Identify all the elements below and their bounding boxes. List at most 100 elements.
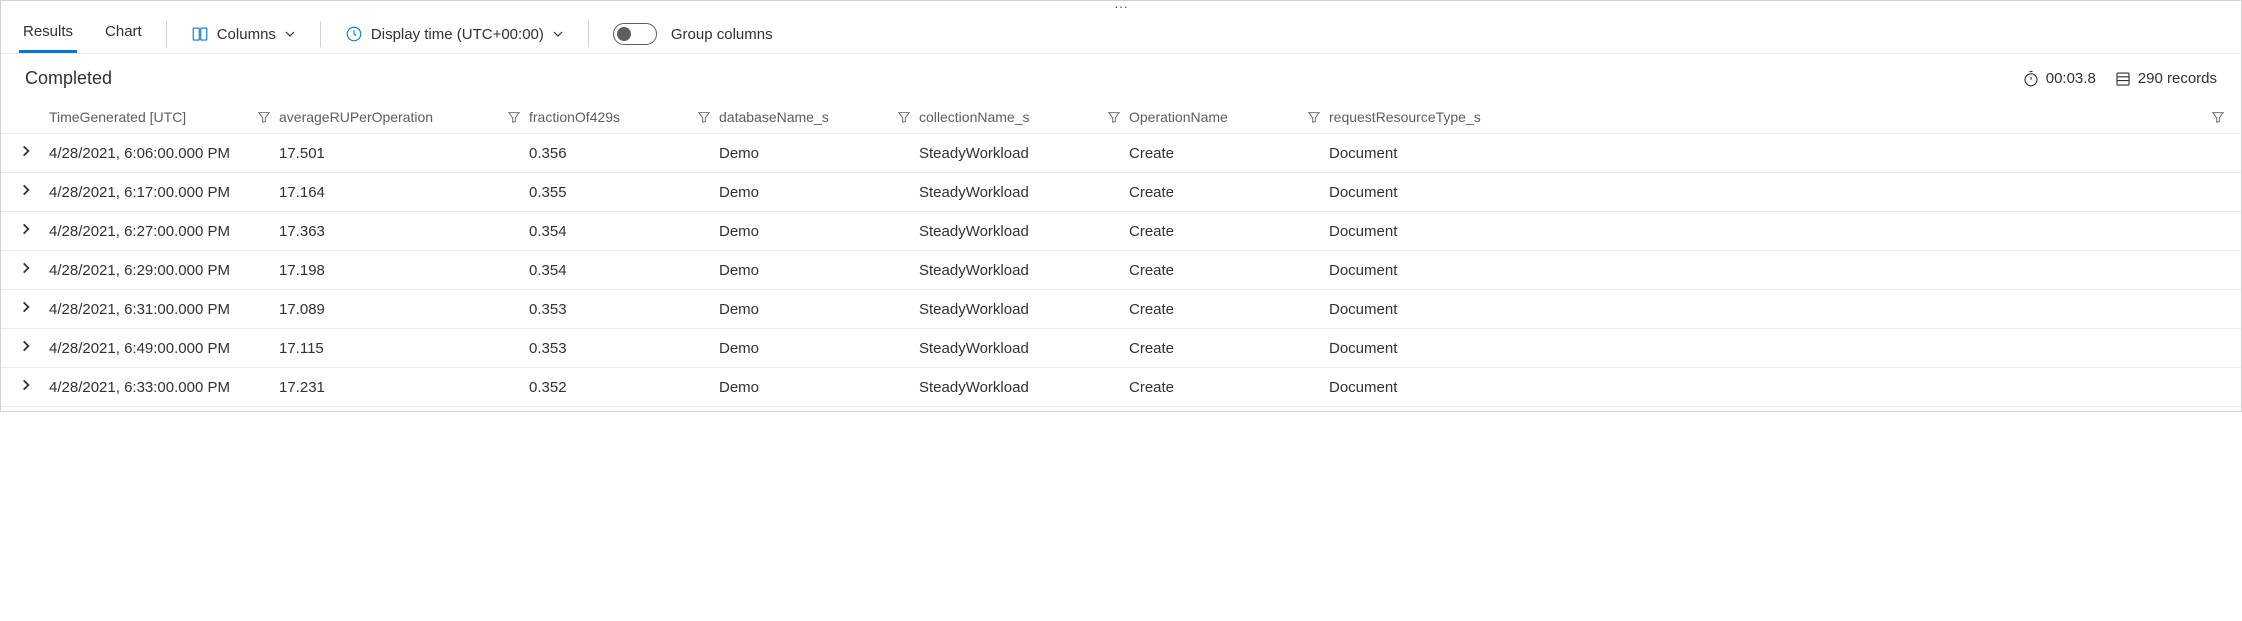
columns-label: Columns — [217, 26, 276, 43]
cell-time: 4/28/2021, 6:33:00.000 PM — [49, 379, 279, 396]
cell-fraction429: 0.356 — [529, 145, 719, 162]
cell-opname: Create — [1129, 223, 1329, 240]
table-row[interactable]: 4/28/2021, 6:17:00.000 PM 17.164 0.355 D… — [1, 173, 2241, 212]
table-row[interactable]: 4/28/2021, 6:33:00.000 PM 17.231 0.352 D… — [1, 368, 2241, 407]
cell-time: 4/28/2021, 6:17:00.000 PM — [49, 184, 279, 201]
cell-avgru: 17.164 — [279, 184, 529, 201]
cell-collname: SteadyWorkload — [919, 184, 1129, 201]
column-header-resourcetype[interactable]: requestResourceType_s — [1329, 109, 2233, 125]
group-columns-toggle-group: Group columns — [609, 17, 777, 51]
cell-fraction429: 0.352 — [529, 379, 719, 396]
cell-opname: Create — [1129, 340, 1329, 357]
group-columns-toggle[interactable] — [613, 23, 657, 45]
cell-fraction429: 0.353 — [529, 301, 719, 318]
tab-results[interactable]: Results — [19, 15, 77, 53]
column-header-dbname[interactable]: databaseName_s — [719, 109, 919, 125]
status-records-value: 290 records — [2138, 70, 2217, 87]
records-icon — [2114, 70, 2132, 88]
cell-resourcetype: Document — [1329, 301, 2233, 318]
column-header-avgru[interactable]: averageRUPerOperation — [279, 109, 529, 125]
cell-dbname: Demo — [719, 223, 919, 240]
filter-icon[interactable] — [1107, 110, 1121, 124]
chevron-down-icon — [284, 28, 296, 40]
chevron-right-icon[interactable] — [19, 339, 33, 353]
chevron-down-icon — [552, 28, 564, 40]
stopwatch-icon — [2022, 70, 2040, 88]
cell-opname: Create — [1129, 301, 1329, 318]
filter-icon[interactable] — [2211, 110, 2225, 124]
cell-avgru: 17.363 — [279, 223, 529, 240]
table-row[interactable]: 4/28/2021, 6:29:00.000 PM 17.198 0.354 D… — [1, 251, 2241, 290]
column-header-timegenerated[interactable]: TimeGenerated [UTC] — [49, 109, 279, 125]
filter-icon[interactable] — [1307, 110, 1321, 124]
cell-opname: Create — [1129, 379, 1329, 396]
chevron-right-icon[interactable] — [19, 378, 33, 392]
chevron-right-icon[interactable] — [19, 261, 33, 275]
display-time-label: Display time (UTC+00:00) — [371, 26, 544, 43]
cell-collname: SteadyWorkload — [919, 340, 1129, 357]
results-table: TimeGenerated [UTC] averageRUPerOperatio… — [1, 101, 2241, 411]
cell-collname: SteadyWorkload — [919, 223, 1129, 240]
cell-avgru: 17.115 — [279, 340, 529, 357]
tabs-list: Results Chart — [19, 15, 146, 53]
cell-opname: Create — [1129, 145, 1329, 162]
status-bar: Completed 00:03.8 290 records — [1, 54, 2241, 101]
table-row[interactable]: 4/28/2021, 6:49:00.000 PM 17.115 0.353 D… — [1, 329, 2241, 368]
cell-dbname: Demo — [719, 379, 919, 396]
separator — [166, 21, 167, 47]
filter-icon[interactable] — [257, 110, 271, 124]
filter-icon[interactable] — [507, 110, 521, 124]
status-elapsed: 00:03.8 — [2022, 70, 2096, 88]
cell-avgru: 17.501 — [279, 145, 529, 162]
cell-resourcetype: Document — [1329, 262, 2233, 279]
column-header-opname[interactable]: OperationName — [1129, 109, 1329, 125]
table-row[interactable]: 4/28/2021, 6:06:00.000 PM 17.501 0.356 D… — [1, 134, 2241, 173]
cell-time: 4/28/2021, 6:06:00.000 PM — [49, 145, 279, 162]
separator — [320, 21, 321, 47]
columns-icon — [191, 25, 209, 43]
overflow-menu[interactable]: ··· — [1, 1, 2241, 11]
cell-fraction429: 0.354 — [529, 223, 719, 240]
chevron-right-icon[interactable] — [19, 144, 33, 158]
table-header-row: TimeGenerated [UTC] averageRUPerOperatio… — [1, 101, 2241, 134]
chevron-right-icon[interactable] — [19, 300, 33, 314]
cell-time: 4/28/2021, 6:49:00.000 PM — [49, 340, 279, 357]
cell-collname: SteadyWorkload — [919, 301, 1129, 318]
cell-resourcetype: Document — [1329, 223, 2233, 240]
cell-opname: Create — [1129, 184, 1329, 201]
chevron-right-icon[interactable] — [19, 222, 33, 236]
group-columns-label: Group columns — [671, 26, 773, 43]
chevron-right-icon[interactable] — [19, 183, 33, 197]
cell-fraction429: 0.355 — [529, 184, 719, 201]
tab-chart[interactable]: Chart — [101, 15, 146, 53]
cell-collname: SteadyWorkload — [919, 262, 1129, 279]
cell-collname: SteadyWorkload — [919, 145, 1129, 162]
columns-button[interactable]: Columns — [187, 19, 300, 49]
cell-resourcetype: Document — [1329, 379, 2233, 396]
cell-time: 4/28/2021, 6:31:00.000 PM — [49, 301, 279, 318]
cell-collname: SteadyWorkload — [919, 379, 1129, 396]
cell-resourcetype: Document — [1329, 340, 2233, 357]
filter-icon[interactable] — [897, 110, 911, 124]
cell-dbname: Demo — [719, 145, 919, 162]
cell-dbname: Demo — [719, 301, 919, 318]
cell-resourcetype: Document — [1329, 184, 2233, 201]
toolbar: Results Chart Columns Display time (UTC+… — [1, 11, 2241, 54]
cell-fraction429: 0.354 — [529, 262, 719, 279]
cell-avgru: 17.089 — [279, 301, 529, 318]
display-time-button[interactable]: Display time (UTC+00:00) — [341, 19, 568, 49]
cell-avgru: 17.198 — [279, 262, 529, 279]
separator — [588, 21, 589, 47]
cell-opname: Create — [1129, 262, 1329, 279]
cell-dbname: Demo — [719, 184, 919, 201]
status-elapsed-value: 00:03.8 — [2046, 70, 2096, 87]
cell-dbname: Demo — [719, 340, 919, 357]
column-header-collname[interactable]: collectionName_s — [919, 109, 1129, 125]
column-header-fraction429[interactable]: fractionOf429s — [529, 109, 719, 125]
table-row[interactable]: 4/28/2021, 6:27:00.000 PM 17.363 0.354 D… — [1, 212, 2241, 251]
cell-time: 4/28/2021, 6:27:00.000 PM — [49, 223, 279, 240]
filter-icon[interactable] — [697, 110, 711, 124]
table-row[interactable]: 4/28/2021, 6:31:00.000 PM 17.089 0.353 D… — [1, 290, 2241, 329]
cell-resourcetype: Document — [1329, 145, 2233, 162]
status-records: 290 records — [2114, 70, 2217, 88]
